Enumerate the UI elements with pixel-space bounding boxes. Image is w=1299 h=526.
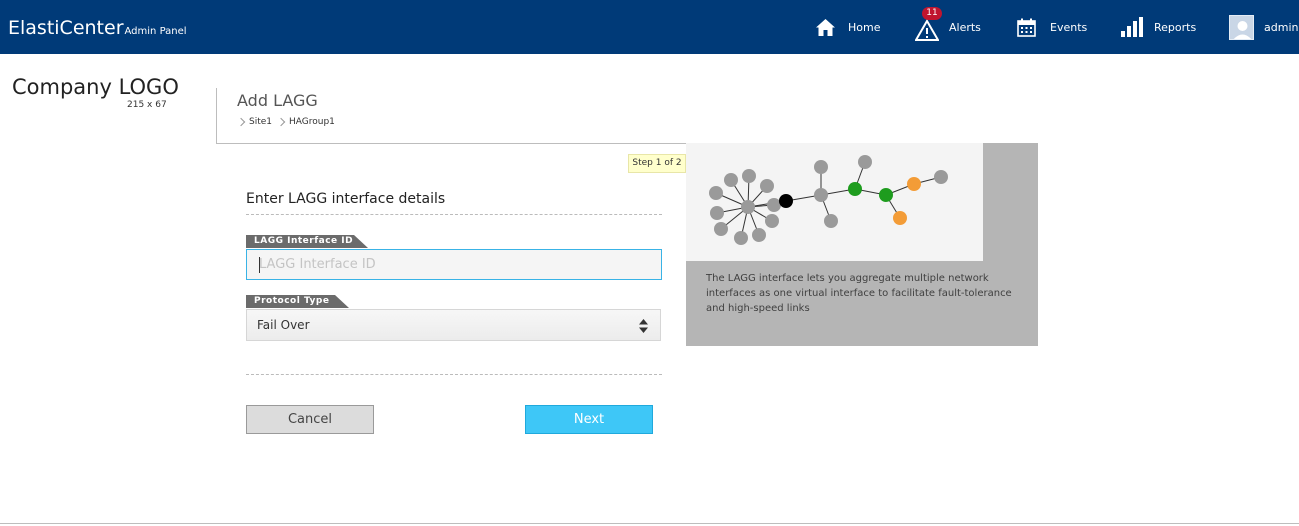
breadcrumb-group[interactable]: HAGroup1 [289,117,335,127]
logo-size: 215 x 67 [127,100,167,110]
page-title: Add LAGG [237,91,318,110]
info-panel: The LAGG interface lets you aggregate mu… [686,143,1038,346]
user-menu[interactable]: admin [1229,0,1298,54]
lagg-illustration [686,143,983,261]
company-logo: Company LOGO 215 x 67 [12,75,179,110]
nav-events-label: Events [1050,20,1088,34]
top-bar: ElastiCenterAdmin Panel Home 11 Alerts E… [0,0,1299,54]
divider [246,214,662,215]
page-header: Add LAGG Site1 HAGroup1 [216,88,686,144]
brand-name: ElastiCenter [8,17,124,39]
breadcrumb-site[interactable]: Site1 [249,117,272,127]
protocol-type-value: Fail Over [257,318,310,332]
user-icon [1233,20,1252,39]
divider [246,374,662,375]
logo-text: Company LOGO [12,75,179,99]
lagg-id-label: LAGG Interface ID [246,235,368,248]
text-caret [259,257,260,273]
select-arrows-icon [639,319,648,333]
nav-alerts-label: Alerts [949,20,981,34]
alert-icon [915,19,939,41]
brand[interactable]: ElastiCenterAdmin Panel [8,17,187,39]
bar-chart-icon [1121,17,1143,37]
nav-home-label: Home [848,20,881,34]
avatar [1229,14,1254,40]
lagg-id-input[interactable] [246,249,662,280]
next-button[interactable]: Next [525,405,653,434]
chevron-right-icon [236,117,246,127]
nav-events[interactable]: Events [1017,0,1087,54]
nav-home[interactable]: Home [815,0,880,54]
user-name: admin [1264,20,1299,34]
calendar-icon [1017,18,1036,37]
protocol-type-select[interactable]: Fail Over [246,309,661,341]
nav-reports[interactable]: Reports [1121,0,1196,54]
brand-subtitle: Admin Panel [124,26,187,37]
nav-alerts[interactable]: 11 Alerts [915,0,981,54]
alerts-count-badge: 11 [922,7,942,20]
step-indicator: Step 1 of 2 [628,154,686,173]
network-topology-icon [709,155,948,245]
footer-divider [0,523,1299,524]
chevron-right-icon [276,117,286,127]
protocol-type-label: Protocol Type [246,295,349,308]
nav-reports-label: Reports [1154,20,1197,34]
form-heading: Enter LAGG interface details [246,191,446,207]
info-description: The LAGG interface lets you aggregate mu… [706,273,1012,314]
breadcrumb: Site1 HAGroup1 [236,117,335,127]
home-icon [816,18,835,36]
cancel-button[interactable]: Cancel [246,405,374,434]
